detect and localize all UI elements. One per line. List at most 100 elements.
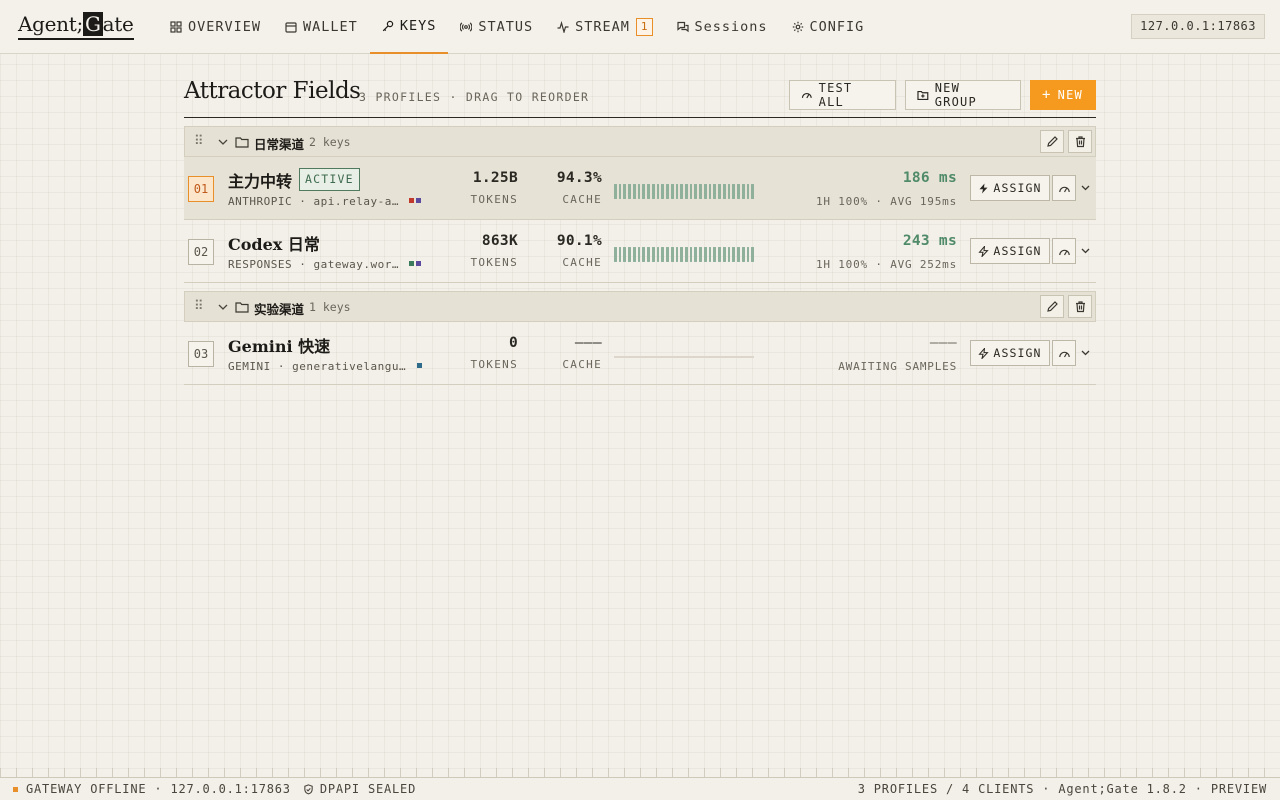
page-subtitle: 3 PROFILES · DRAG TO REORDER [359,90,590,104]
profile-index[interactable]: 01 [188,176,214,202]
active-badge: ACTIVE [299,168,360,191]
new-group-button[interactable]: NEW GROUP [905,80,1021,110]
nav-keys-label: KEYS [399,18,437,34]
profile-row[interactable]: 03 Gemini 快速 GEMINI · generativelangu… 0… [184,322,1096,385]
test-latency-button[interactable] [1052,238,1076,264]
nav-sessions[interactable]: Sessions [665,0,780,54]
top-bar: Agent; Gate OVERVIEW WALLET KEYS STATUS S… [0,0,1280,54]
nav-keys[interactable]: KEYS [369,0,449,54]
drag-handle-icon[interactable]: ⠿ [194,300,204,314]
profile-index[interactable]: 02 [188,239,214,265]
chevron-down-icon[interactable] [217,301,229,313]
sparkline-bar [680,247,684,262]
sparkline-bar [694,184,698,199]
nav-stream[interactable]: STREAM 1 [545,0,664,54]
new-profile-button[interactable]: + NEW [1030,80,1096,110]
tokens-label: TOKENS [470,256,518,269]
latency-summary: AWAITING SAMPLES [838,360,957,373]
nav-wallet-label: WALLET [303,19,358,35]
profile-row[interactable]: 02 Codex 日常 RESPONSES · gateway.wor… 863… [184,220,1096,283]
sparkline-bar [727,247,731,262]
test-latency-button[interactable] [1052,175,1076,201]
expand-chevron-icon[interactable] [1080,347,1091,358]
broadcast-icon [460,22,473,32]
app-logo[interactable]: Agent; Gate [18,11,134,40]
sparkline-bar [718,247,721,262]
nav-status[interactable]: STATUS [448,0,545,54]
profile-name: 主力中转 [228,172,293,191]
assign-label: ASSIGN [993,244,1042,258]
folder-icon [235,137,249,148]
sparkline-bar [727,184,731,199]
assign-button[interactable]: ASSIGN [970,340,1050,366]
gear-icon [792,21,803,33]
sparkline-bar [708,184,712,199]
sparkline-bar [699,247,702,262]
profile-index[interactable]: 03 [188,341,214,367]
grid-icon [170,21,182,33]
assign-button[interactable]: ASSIGN [970,238,1050,264]
sparkline-bar [661,184,665,199]
sparkline-bar [689,247,693,262]
assign-button[interactable]: ASSIGN [970,175,1050,201]
nav-overview[interactable]: OVERVIEW [158,0,273,54]
latency-sparkline [614,184,755,199]
sparkline-bar [699,184,702,199]
latency-sparkline-empty [614,356,754,358]
edit-group-button[interactable] [1040,295,1064,318]
gauge-icon [1058,186,1070,192]
expand-chevron-icon[interactable] [1080,182,1091,193]
color-dot [417,363,422,368]
sparkline-bar [741,184,745,199]
gateway-address[interactable]: 127.0.0.1:17863 [1131,14,1265,39]
tokens-value: 863K [481,233,518,249]
delete-group-button[interactable] [1068,295,1092,318]
profile-provider: RESPONSES · gateway.wor… [228,258,399,271]
sparkline-bar [614,184,617,199]
gauge-icon [1058,249,1070,255]
sparkline-bar [746,184,750,199]
group-count: 1 keys [309,300,351,314]
color-dot [416,261,421,266]
sparkline-bar [628,247,631,262]
test-latency-button[interactable] [1052,340,1076,366]
sparkline-bar [713,247,717,262]
cache-value: ——— [574,335,602,351]
sparkline-bar [637,184,641,199]
nav-stream-label: STREAM [575,19,630,35]
pencil-icon [1046,136,1058,147]
status-bar: GATEWAY OFFLINE · 127.0.0.1:17863 DPAPI … [0,777,1280,800]
profile-row[interactable]: 01 主力中转 ACTIVE ANTHROPIC · api.relay-a… … [184,157,1096,220]
test-all-button[interactable]: TEST ALL [789,80,896,110]
group-name[interactable]: 实验渠道 [254,299,304,318]
assign-label: ASSIGN [993,181,1042,195]
profile-provider: GEMINI · generativelangu… [228,360,407,373]
expand-chevron-icon[interactable] [1080,245,1091,256]
new-group-label: NEW GROUP [934,81,977,109]
sparkline-bar [661,247,665,262]
sparkline-bar [632,184,636,199]
cache-value: 90.1% [556,233,602,249]
gauge-icon [1058,351,1070,357]
chevron-down-icon[interactable] [217,136,229,148]
sparkline-bar [637,247,641,262]
ruler-ticks [0,768,1280,777]
nav-overview-label: OVERVIEW [188,19,262,35]
nav-config[interactable]: CONFIG [780,0,877,54]
sparkline-bar [666,184,669,199]
delete-group-button[interactable] [1068,130,1092,153]
sparkline-bar [689,184,693,199]
drag-handle-icon[interactable]: ⠿ [194,135,204,149]
bolt-icon [978,245,990,257]
color-dot [416,198,421,203]
edit-group-button[interactable] [1040,130,1064,153]
group-name[interactable]: 日常渠道 [254,134,304,153]
offline-indicator [13,786,18,792]
footer-left: GATEWAY OFFLINE · 127.0.0.1:17863 DPAPI … [13,782,416,796]
color-dot [409,198,414,203]
color-dot [409,261,414,266]
nav-wallet[interactable]: WALLET [273,0,370,54]
cache-label: CACHE [562,193,602,206]
sparkline-bar [642,247,646,262]
main-nav: OVERVIEW WALLET KEYS STATUS STREAM 1 Ses… [158,0,876,54]
